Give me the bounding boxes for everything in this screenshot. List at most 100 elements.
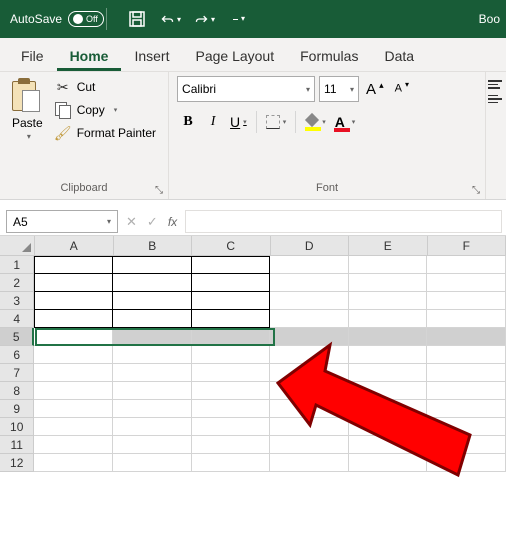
italic-button[interactable]: I xyxy=(202,110,224,134)
cell-E1[interactable] xyxy=(349,256,428,274)
cell-C4[interactable] xyxy=(192,310,271,328)
cell-A5[interactable] xyxy=(34,328,113,346)
tab-data[interactable]: Data xyxy=(371,40,427,71)
cell-A2[interactable] xyxy=(34,274,113,292)
cell-A9[interactable] xyxy=(34,400,113,418)
select-all-button[interactable] xyxy=(0,236,35,256)
cell-A3[interactable] xyxy=(34,292,113,310)
cell-C7[interactable] xyxy=(192,364,271,382)
paste-button[interactable]: Paste ▾ xyxy=(8,76,47,179)
cell-D11[interactable] xyxy=(270,436,349,454)
fx-label[interactable]: fx xyxy=(168,215,177,229)
cell-C9[interactable] xyxy=(192,400,271,418)
row-header-4[interactable]: 4 xyxy=(0,310,34,328)
cell-B9[interactable] xyxy=(113,400,192,418)
row-header-11[interactable]: 11 xyxy=(0,436,34,454)
cell-F8[interactable] xyxy=(427,382,506,400)
column-header-c[interactable]: C xyxy=(192,236,271,256)
font-color-button[interactable]: A▾ xyxy=(332,110,359,134)
row-header-1[interactable]: 1 xyxy=(0,256,34,274)
cell-C5[interactable] xyxy=(192,328,271,346)
cell-F5[interactable] xyxy=(427,328,506,346)
cell-F11[interactable] xyxy=(427,436,506,454)
underline-button[interactable]: U▾ xyxy=(227,110,250,134)
column-header-b[interactable]: B xyxy=(114,236,193,256)
row-header-12[interactable]: 12 xyxy=(0,454,34,472)
cell-D1[interactable] xyxy=(270,256,349,274)
cell-B3[interactable] xyxy=(113,292,192,310)
cell-A11[interactable] xyxy=(34,436,113,454)
column-header-a[interactable]: A xyxy=(35,236,114,256)
cell-C12[interactable] xyxy=(192,454,271,472)
cell-C8[interactable] xyxy=(192,382,271,400)
font-size-select[interactable]: 11 ▾ xyxy=(319,76,359,102)
tab-page-layout[interactable]: Page Layout xyxy=(182,40,287,71)
cell-A4[interactable] xyxy=(34,310,113,328)
cell-B5[interactable] xyxy=(113,328,192,346)
column-header-d[interactable]: D xyxy=(271,236,350,256)
cell-F3[interactable] xyxy=(427,292,506,310)
cell-E9[interactable] xyxy=(349,400,428,418)
cell-F4[interactable] xyxy=(427,310,506,328)
bold-button[interactable]: B xyxy=(177,110,199,134)
cell-E11[interactable] xyxy=(349,436,428,454)
cell-C1[interactable] xyxy=(192,256,271,274)
cell-C11[interactable] xyxy=(192,436,271,454)
cell-D3[interactable] xyxy=(270,292,349,310)
clipboard-dialog-launcher[interactable]: ⤡ xyxy=(153,184,165,196)
cell-D2[interactable] xyxy=(270,274,349,292)
align-middle-button[interactable] xyxy=(488,95,502,104)
cell-E4[interactable] xyxy=(349,310,428,328)
cell-D6[interactable] xyxy=(270,346,349,364)
cell-B11[interactable] xyxy=(113,436,192,454)
cell-A10[interactable] xyxy=(34,418,113,436)
cell-B10[interactable] xyxy=(113,418,192,436)
cell-A1[interactable] xyxy=(34,256,113,274)
cell-C6[interactable] xyxy=(192,346,271,364)
cell-E5[interactable] xyxy=(349,328,428,346)
name-box[interactable]: A5 ▾ xyxy=(6,210,118,233)
cell-A8[interactable] xyxy=(34,382,113,400)
column-header-e[interactable]: E xyxy=(349,236,428,256)
cell-F9[interactable] xyxy=(427,400,506,418)
autosave-toggle[interactable]: Off xyxy=(68,11,104,27)
cell-D7[interactable] xyxy=(270,364,349,382)
row-header-6[interactable]: 6 xyxy=(0,346,34,364)
row-header-9[interactable]: 9 xyxy=(0,400,34,418)
cell-D10[interactable] xyxy=(270,418,349,436)
cell-F7[interactable] xyxy=(427,364,506,382)
cell-F12[interactable] xyxy=(427,454,506,472)
row-header-10[interactable]: 10 xyxy=(0,418,34,436)
decrease-font-button[interactable]: A▾ xyxy=(392,78,415,100)
tab-insert[interactable]: Insert xyxy=(121,40,182,71)
cell-B1[interactable] xyxy=(113,256,192,274)
cell-D12[interactable] xyxy=(270,454,349,472)
cell-A6[interactable] xyxy=(34,346,113,364)
tab-formulas[interactable]: Formulas xyxy=(287,40,371,71)
cell-F2[interactable] xyxy=(427,274,506,292)
cell-F1[interactable] xyxy=(427,256,506,274)
border-button[interactable]: ▾ xyxy=(263,110,290,134)
row-header-2[interactable]: 2 xyxy=(0,274,34,292)
cell-E3[interactable] xyxy=(349,292,428,310)
font-name-select[interactable]: Calibri ▾ xyxy=(177,76,315,102)
cell-B12[interactable] xyxy=(113,454,192,472)
cell-E2[interactable] xyxy=(349,274,428,292)
autosave[interactable]: AutoSave Off xyxy=(10,11,104,27)
cell-D5[interactable] xyxy=(270,328,349,346)
cell-E10[interactable] xyxy=(349,418,428,436)
font-dialog-launcher[interactable]: ⤡ xyxy=(470,184,482,196)
align-top-button[interactable] xyxy=(488,80,502,89)
cell-C2[interactable] xyxy=(192,274,271,292)
cell-A7[interactable] xyxy=(34,364,113,382)
cell-B4[interactable] xyxy=(113,310,192,328)
cell-D4[interactable] xyxy=(270,310,349,328)
cell-E8[interactable] xyxy=(349,382,428,400)
tab-home[interactable]: Home xyxy=(57,40,122,71)
cell-E12[interactable] xyxy=(349,454,428,472)
cell-E7[interactable] xyxy=(349,364,428,382)
cell-C3[interactable] xyxy=(192,292,271,310)
row-header-3[interactable]: 3 xyxy=(0,292,34,310)
save-icon[interactable] xyxy=(127,9,147,29)
cell-A12[interactable] xyxy=(34,454,113,472)
